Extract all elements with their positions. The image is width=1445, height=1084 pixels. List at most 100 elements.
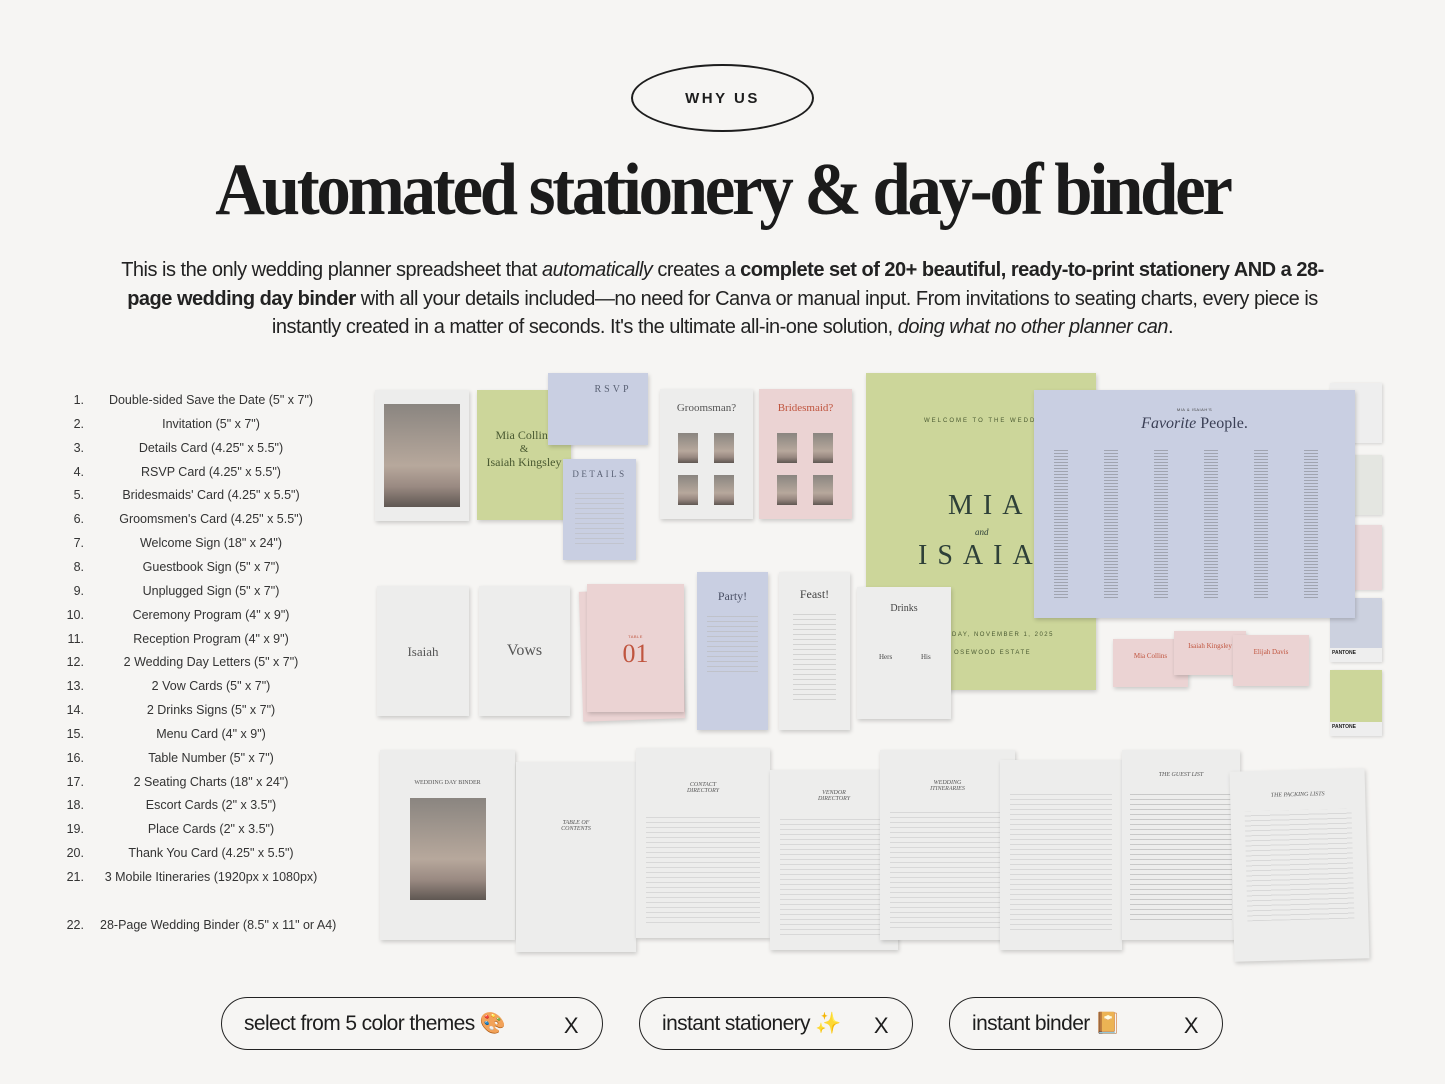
- rsvp-card: RSVP: [548, 373, 648, 445]
- item-label: Bridesmaids' Card (4.25" x 5.5"): [122, 488, 300, 503]
- item-number: 9.: [73, 583, 84, 598]
- binder-vendor-directory: VENDOR DIRECTORY: [770, 770, 898, 950]
- item-number: 6.: [73, 512, 84, 527]
- feature-pill-instant-stationery[interactable]: instant stationery ✨ X: [639, 997, 913, 1050]
- list-item: 22. 28-Page Wedding Binder (8.5" x 11" or…: [60, 918, 340, 938]
- item-number: 13.: [66, 679, 84, 694]
- item-label: Menu Card (4" x 9"): [156, 726, 266, 741]
- item-number: 2.: [73, 416, 84, 431]
- intro-paragraph: This is the only wedding planner spreads…: [121, 259, 1324, 338]
- item-label: 3 Mobile Itineraries (1920px x 1080px): [104, 870, 318, 884]
- binder-itineraries: WEDDING ITINERARIES: [880, 750, 1015, 940]
- list-item: 15. Menu Card (4" x 9"): [60, 727, 340, 747]
- feature-pill-color-themes[interactable]: select from 5 color themes 🎨 X: [221, 997, 603, 1050]
- item-label: Welcome Sign (18" x 24"): [139, 536, 283, 551]
- page-title: Automated stationery & day-of binder: [215, 149, 1233, 231]
- list-item: 6. Groomsmen's Card (4.25" x 5.5"): [60, 512, 340, 532]
- item-label: Invitation (5" x 7"): [162, 416, 260, 431]
- item-number: 14.: [66, 703, 84, 718]
- item-label: Groomsmen's Card (4.25" x 5.5"): [119, 512, 303, 527]
- item-label: Details Card (4.25" x 5.5"): [138, 440, 284, 455]
- item-number: 22.: [66, 917, 84, 932]
- item-number: 15.: [66, 726, 84, 741]
- binder-packing-lists: THE PACKING LISTS: [1229, 768, 1370, 962]
- pill-label: instant stationery ✨: [662, 1011, 841, 1035]
- list-item: 14. 2 Drinks Signs (5" x 7"): [60, 703, 340, 723]
- item-label: 2 Vow Cards (5" x 7"): [151, 679, 271, 694]
- item-number: 18.: [66, 798, 84, 813]
- list-item: 2. Invitation (5" x 7"): [60, 417, 340, 437]
- list-item: 11. Reception Program (4" x 9"): [60, 632, 340, 652]
- list-item: 5. Bridesmaids' Card (4.25" x 5.5"): [60, 488, 340, 508]
- list-item: 4. RSVP Card (4.25" x 5.5"): [60, 465, 340, 485]
- item-number: 7.: [73, 536, 84, 551]
- binder-timeline: [1000, 760, 1122, 950]
- item-number: 10.: [66, 607, 84, 622]
- close-icon[interactable]: X: [1184, 1013, 1199, 1039]
- feature-pill-instant-binder[interactable]: instant binder 📔 X: [949, 997, 1223, 1050]
- ceremony-program: Party!: [697, 572, 768, 730]
- list-item: 7. Welcome Sign (18" x 24"): [60, 536, 340, 556]
- list-item: 1. Double-sided Save the Date (5" x 7"): [60, 393, 340, 413]
- item-label: Double-sided Save the Date (5" x 7"): [108, 393, 314, 407]
- table-number-card: TABLE 01: [587, 584, 684, 712]
- item-label: 28-Page Wedding Binder (8.5" x 11" or A4…: [100, 917, 337, 932]
- list-item: 21. 3 Mobile Itineraries (1920px x 1080px…: [60, 870, 340, 890]
- list-item: 20. Thank You Card (4.25" x 5.5"): [60, 846, 340, 866]
- item-label: RSVP Card (4.25" x 5.5"): [141, 464, 281, 479]
- list-item: 10. Ceremony Program (4" x 9"): [60, 608, 340, 628]
- list-item: 17. 2 Seating Charts (18" x 24"): [60, 775, 340, 795]
- item-number: 1.: [73, 393, 84, 407]
- list-item: 13. 2 Vow Cards (5" x 7"): [60, 679, 340, 699]
- close-icon[interactable]: X: [874, 1013, 889, 1039]
- bridesmaids-card: Bridesmaid?: [759, 389, 852, 519]
- place-card: Elijah Davis: [1233, 635, 1309, 686]
- binder-cover: WEDDING DAY BINDER: [380, 750, 515, 940]
- item-label: 2 Drinks Signs (5" x 7"): [146, 703, 276, 718]
- item-number: 12.: [66, 655, 84, 670]
- save-the-date-card: [375, 390, 469, 521]
- menu-card: Feast!: [779, 572, 850, 730]
- list-item: 9. Unplugged Sign (5" x 7"): [60, 584, 340, 604]
- binder-contact-directory: CONTACT DIRECTORY: [636, 748, 770, 938]
- item-number: 8.: [73, 559, 84, 574]
- item-number: 11.: [67, 631, 84, 646]
- list-item: 16. Table Number (5" x 7"): [60, 751, 340, 771]
- item-label: Place Cards (2" x 3.5"): [147, 822, 275, 837]
- list-item: 19. Place Cards (2" x 3.5"): [60, 822, 340, 842]
- close-icon[interactable]: X: [564, 1013, 579, 1039]
- item-label: Table Number (5" x 7"): [148, 750, 274, 765]
- binder-guest-list: THE GUEST LIST: [1122, 750, 1240, 940]
- item-label: 2 Wedding Day Letters (5" x 7"): [123, 655, 299, 670]
- item-number: 20.: [66, 846, 84, 861]
- item-label: 2 Seating Charts (18" x 24"): [133, 774, 289, 789]
- seating-chart: MIA & ISAIAH'S Favorite People.: [1034, 390, 1355, 618]
- item-label: Escort Cards (2" x 3.5"): [145, 798, 277, 813]
- item-number: 3.: [73, 440, 84, 455]
- wedding-day-letter: Isaiah: [377, 586, 469, 716]
- item-number: 19.: [66, 822, 84, 837]
- vow-card: Vows: [479, 586, 570, 716]
- drinks-sign: Drinks Hers His: [857, 587, 951, 719]
- pill-label: instant binder 📔: [972, 1011, 1121, 1035]
- list-item: 8. Guestbook Sign (5" x 7"): [60, 560, 340, 580]
- item-label: Guestbook Sign (5" x 7"): [142, 559, 280, 574]
- item-label: Thank You Card (4.25" x 5.5"): [128, 846, 294, 861]
- item-number: 5.: [73, 488, 84, 503]
- binder-table-of-contents: TABLE OF CONTENTS: [516, 762, 636, 952]
- why-us-badge: WHY US: [631, 64, 814, 132]
- item-label: Reception Program (4" x 9"): [133, 631, 289, 646]
- pantone-swatch-sage: PANTONE: [1330, 670, 1382, 736]
- item-number: 21.: [66, 870, 84, 884]
- details-card: DETAILS: [563, 459, 636, 560]
- list-item: 12. 2 Wedding Day Letters (5" x 7"): [60, 655, 340, 675]
- item-label: Ceremony Program (4" x 9"): [132, 607, 290, 622]
- item-number: 4.: [73, 464, 84, 479]
- list-item: 3. Details Card (4.25" x 5.5"): [60, 441, 340, 461]
- list-item: 18. Escort Cards (2" x 3.5"): [60, 798, 340, 818]
- groomsmen-card: Groomsman?: [660, 389, 753, 519]
- pill-label: select from 5 color themes 🎨: [244, 1011, 506, 1035]
- item-number: 16.: [66, 750, 84, 765]
- item-number: 17.: [66, 774, 84, 789]
- item-label: Unplugged Sign (5" x 7"): [142, 583, 280, 598]
